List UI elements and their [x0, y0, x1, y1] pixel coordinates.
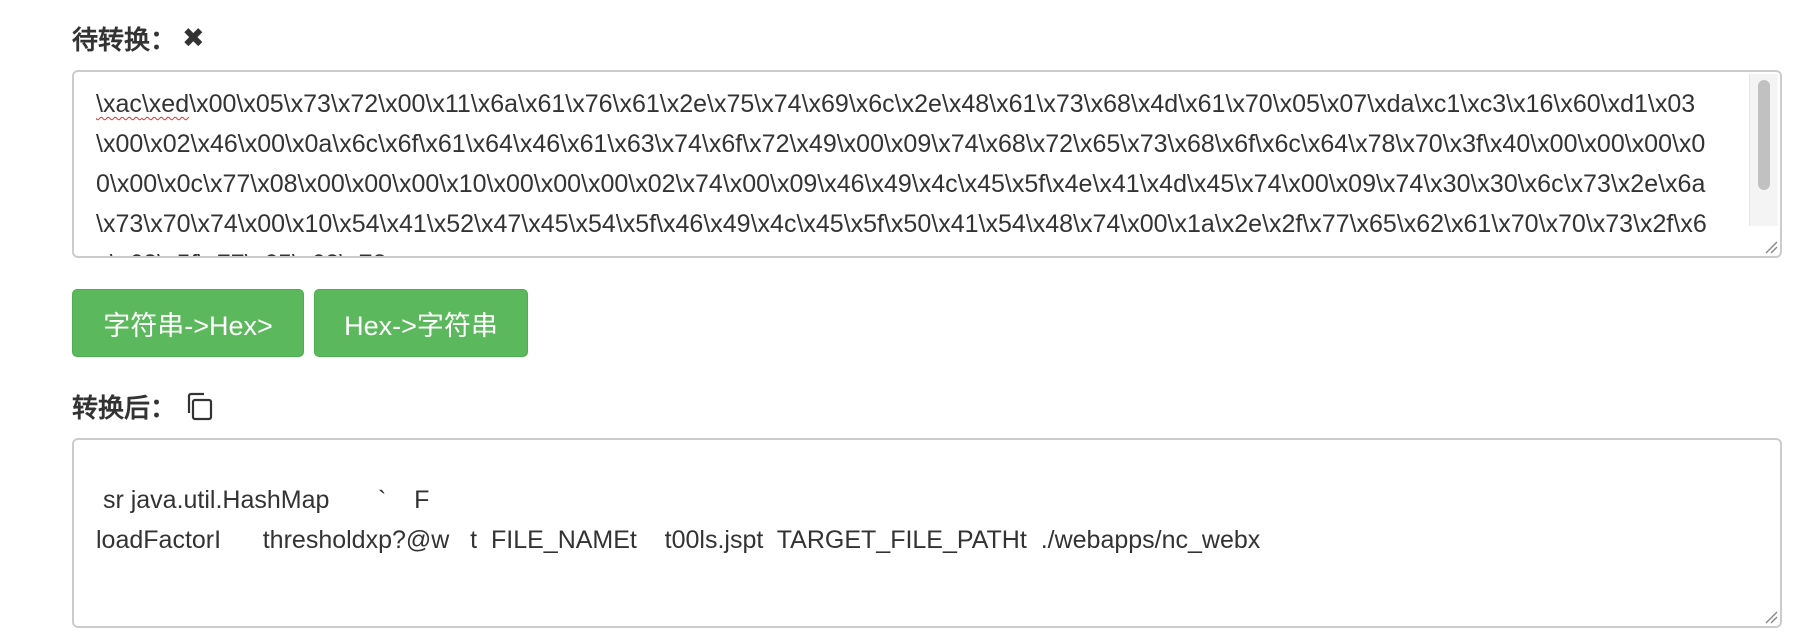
resize-handle-icon[interactable]	[1762, 238, 1778, 254]
vertical-scrollbar[interactable]	[1749, 74, 1778, 226]
spell-error-word: \xed	[141, 90, 190, 118]
spell-error-word: \xac	[96, 90, 142, 118]
output-label: 转换后：	[72, 392, 177, 423]
resize-handle-icon[interactable]	[1762, 608, 1778, 624]
input-label: 待转换：	[72, 24, 177, 55]
output-label-row: 转换后：	[72, 386, 214, 426]
input-text: \x00\x05\x73\x72\x00\x11\x6a\x61\x76\x61…	[96, 90, 1707, 256]
output-textarea[interactable]: sr java.util.HashMap ` F loadFactorI thre…	[72, 438, 1782, 628]
string-to-hex-button[interactable]: 字符串->Hex>	[72, 289, 304, 357]
input-textarea[interactable]: \xac\xed\x00\x05\x73\x72\x00\x11\x6a\x61…	[72, 70, 1782, 258]
copy-icon[interactable]	[184, 391, 214, 421]
output-line: sr java.util.HashMap ` F	[96, 486, 430, 514]
close-icon[interactable]: ✖	[182, 24, 205, 52]
hex-to-string-button[interactable]: Hex->字符串	[314, 289, 528, 357]
input-label-row: 待转换： ✖	[72, 18, 205, 58]
scrollbar-thumb[interactable]	[1758, 80, 1770, 190]
output-line: loadFactorI thresholdxp?@w t FILE_NAMEt …	[96, 526, 1261, 554]
button-row: 字符串->Hex> Hex->字符串	[72, 289, 528, 357]
